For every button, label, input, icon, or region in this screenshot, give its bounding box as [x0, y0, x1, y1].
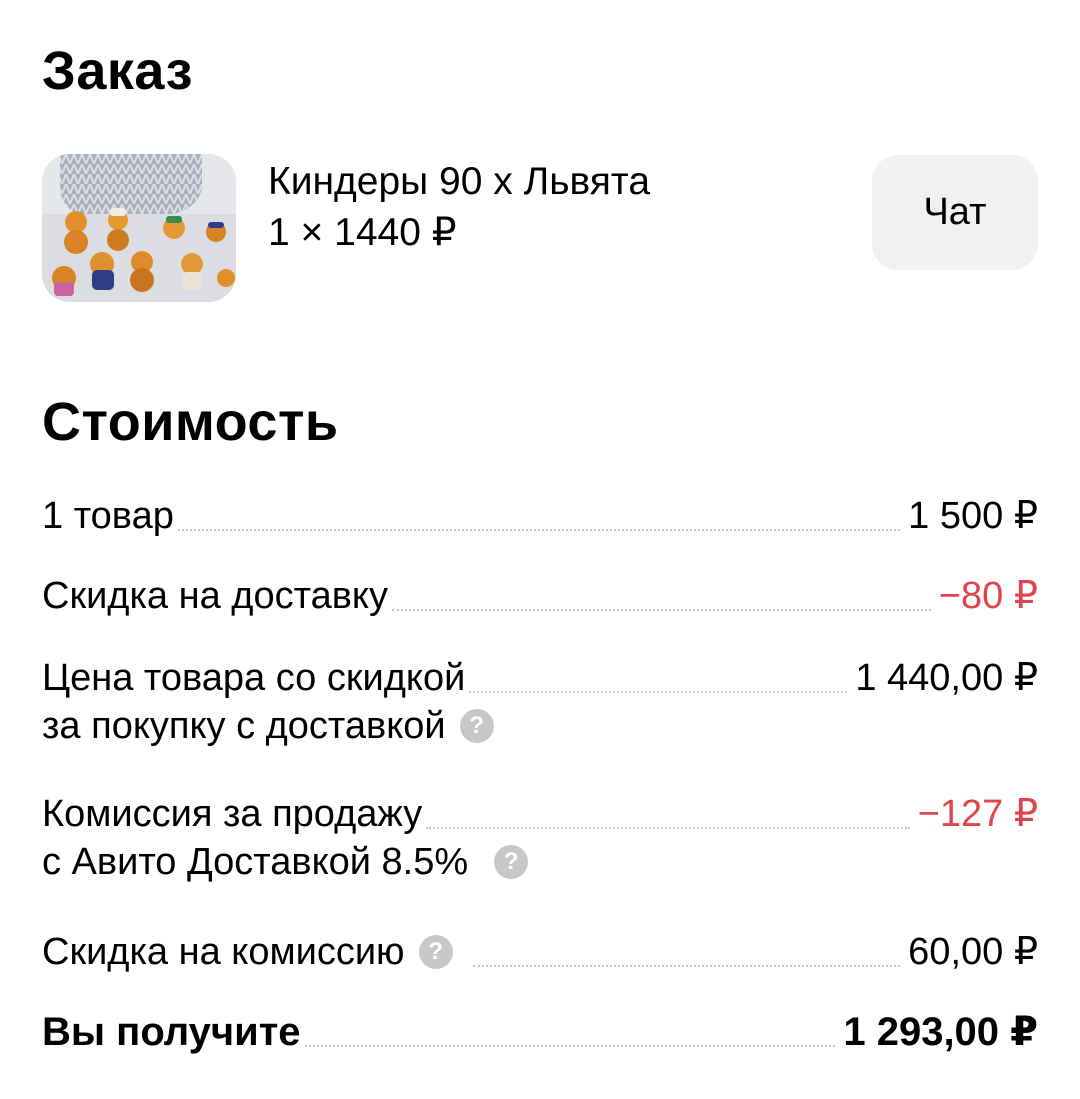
dotted-leader	[304, 1045, 836, 1047]
cost-row-label: Скидка на комиссию	[42, 931, 405, 973]
dotted-leader	[177, 529, 901, 531]
cost-row-discounted-price: Цена товара со скидкой 1 440,00 ₽ за пок…	[42, 654, 1038, 750]
cost-row-delivery-discount: Скидка на доставку −80 ₽	[42, 572, 1038, 620]
cost-row-value: 1 500 ₽	[908, 495, 1038, 537]
cost-row-commission: Комиссия за продажу −127 ₽ с Авито Доста…	[42, 790, 1038, 886]
cost-row-total: Вы получите 1 293,00 ₽	[42, 1008, 1038, 1056]
cost-row-value: −127 ₽	[917, 793, 1038, 835]
total-value: 1 293,00 ₽	[843, 1010, 1038, 1054]
product-thumbnail[interactable]	[42, 154, 236, 302]
question-circle-icon[interactable]: ?	[459, 709, 494, 743]
total-label: Вы получите	[42, 1010, 301, 1054]
cost-row-value: 1 440,00 ₽	[855, 657, 1038, 699]
dotted-leader	[469, 691, 848, 693]
cost-row-label: Цена товара со скидкой	[42, 657, 466, 699]
cost-row-value: 60,00 ₽	[908, 931, 1038, 973]
question-circle-icon[interactable]: ?	[494, 845, 529, 879]
cost-row-label-line2: с Авито Доставкой 8.5%	[42, 841, 469, 883]
cost-row-commission-discount: Скидка на комиссию ? 60,00 ₽	[42, 928, 1038, 976]
dotted-leader	[426, 827, 910, 829]
dotted-leader	[472, 965, 901, 967]
cost-row-label: 1 товар	[42, 495, 174, 537]
dotted-leader	[391, 609, 931, 611]
cost-title: Стоимость	[42, 392, 339, 452]
cost-row-value: −80 ₽	[938, 575, 1038, 617]
cost-row-label: Скидка на доставку	[42, 575, 388, 617]
product-name[interactable]: Киндеры 90 х Львята	[268, 160, 650, 204]
cost-row-label: Комиссия за продажу	[42, 793, 423, 835]
chat-button[interactable]: Чат	[872, 155, 1038, 270]
question-circle-icon[interactable]: ?	[418, 935, 453, 969]
cost-row-items: 1 товар 1 500 ₽	[42, 492, 1038, 540]
order-title: Заказ	[42, 41, 193, 101]
product-quantity-price: 1 × 1440 ₽	[268, 211, 457, 254]
product-image	[42, 154, 236, 302]
cost-row-label-line2: за покупку с доставкой	[42, 705, 446, 747]
